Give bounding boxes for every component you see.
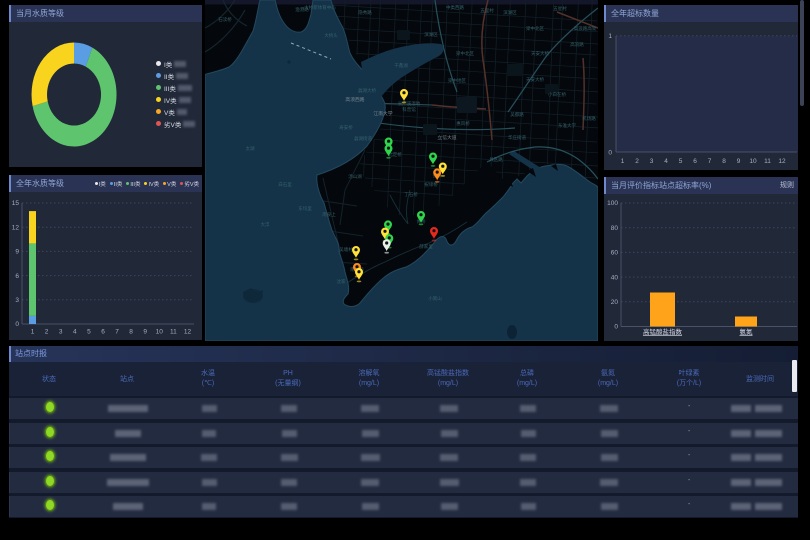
svg-text:2: 2 [45,329,49,336]
svg-text:高浪路高架: 高浪路高架 [574,25,597,32]
svg-text:小箕山: 小箕山 [428,295,442,302]
svg-text:9: 9 [15,249,19,256]
svg-text:天安大桥: 天安大桥 [531,50,549,57]
svg-text:中类西路: 中类西路 [446,4,464,11]
svg-text:隐秀路: 隐秀路 [358,9,372,16]
svg-text:12: 12 [184,329,192,336]
svg-text:小白在桥: 小白在桥 [548,91,566,98]
svg-text:6: 6 [693,158,697,165]
svg-text:立信大道: 立信大道 [437,134,456,141]
svg-text:6: 6 [101,329,105,336]
svg-text:4: 4 [664,158,668,165]
svg-text:1: 1 [31,329,35,336]
svg-text:滨湖区: 滨湖区 [424,31,438,38]
svg-text:吴塘村: 吴塘村 [339,246,353,253]
svg-text:0: 0 [15,321,19,328]
svg-text:五里村: 五里村 [480,7,494,13]
svg-text:0: 0 [614,324,618,331]
svg-text:5: 5 [87,329,91,336]
svg-text:长广溪湿地: 长广溪湿地 [398,100,421,107]
svg-text:氨氮: 氨氮 [740,327,754,336]
svg-text:丁石桥: 丁石桥 [404,191,418,198]
svg-text:薛家里: 薛家里 [419,243,433,250]
svg-text:3: 3 [59,329,63,336]
svg-text:12: 12 [778,158,786,165]
svg-text:江南大学: 江南大学 [373,110,392,117]
svg-text:南泉上: 南泉上 [322,211,336,217]
svg-text:1: 1 [621,158,625,165]
svg-text:大桥新体育中心: 大桥新体育中心 [304,4,336,11]
svg-text:10: 10 [156,329,164,336]
svg-text:汤山湖: 汤山湖 [348,173,362,180]
svg-text:梁中北区: 梁中北区 [526,25,544,32]
svg-text:高浪西路: 高浪西路 [345,96,364,103]
svg-text:9: 9 [143,329,147,336]
svg-text:1: 1 [608,33,612,40]
svg-text:天安大桥: 天安大桥 [526,76,544,83]
svg-text:高浪路: 高浪路 [570,41,584,48]
svg-text:高锰酸盐指数: 高锰酸盐指数 [643,327,683,336]
svg-text:蠡湖街道: 蠡湖街道 [354,135,372,142]
svg-text:沈家: 沈家 [337,278,346,285]
svg-text:太湖: 太湖 [246,145,255,152]
svg-text:东均里: 东均里 [298,205,312,212]
svg-text:惠风桥: 惠风桥 [456,120,470,127]
svg-text:20: 20 [611,299,619,306]
svg-text:大浮: 大浮 [261,221,270,228]
svg-text:华庄街道: 华庄街道 [508,134,526,141]
svg-text:3: 3 [650,158,654,165]
svg-text:5: 5 [679,158,683,165]
svg-text:60: 60 [611,250,619,257]
svg-text:6: 6 [15,273,19,280]
svg-text:具区路: 具区路 [489,156,503,163]
svg-text:100: 100 [607,200,618,207]
svg-text:3: 3 [15,297,19,304]
svg-text:40: 40 [611,274,619,281]
svg-text:梁中北区: 梁中北区 [456,50,474,57]
svg-text:7: 7 [708,158,712,165]
svg-text:11: 11 [764,158,771,165]
svg-text:寿安桥: 寿安桥 [339,124,353,131]
svg-text:11: 11 [170,329,177,336]
svg-text:大桥头: 大桥头 [324,32,338,39]
svg-text:80: 80 [611,225,619,232]
svg-text:梁中地区: 梁中地区 [448,77,466,84]
svg-text:0: 0 [608,150,612,157]
svg-text:8: 8 [722,158,726,165]
svg-text:科普馆: 科普馆 [402,106,416,113]
svg-text:4: 4 [73,329,77,336]
svg-text:白石里: 白石里 [278,181,292,188]
svg-text:12: 12 [12,224,20,231]
svg-text:15: 15 [12,200,20,207]
svg-text:东淮大学: 东淮大学 [558,122,576,129]
svg-text:千鑫湖: 千鑫湖 [394,62,408,69]
svg-text:石渎桥: 石渎桥 [218,16,232,23]
svg-text:8: 8 [129,329,133,336]
svg-text:蠡湖大桥: 蠡湖大桥 [358,87,376,94]
svg-text:滨湖区: 滨湖区 [503,9,517,16]
svg-text:五星村: 五星村 [553,5,567,11]
svg-text:7: 7 [115,329,119,336]
svg-text:机场路: 机场路 [582,115,596,122]
svg-text:2: 2 [635,158,639,165]
svg-text:10: 10 [749,158,757,165]
svg-text:9: 9 [737,158,741,165]
svg-text:吴都路: 吴都路 [510,111,524,118]
